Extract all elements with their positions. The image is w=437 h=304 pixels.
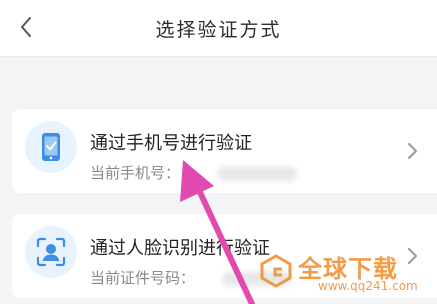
page-title: 选择验证方式 bbox=[155, 19, 282, 41]
option-subtitle: 当前手机号： bbox=[90, 164, 181, 182]
phone-check-icon bbox=[42, 133, 60, 161]
face-scan-icon bbox=[36, 237, 66, 267]
top-bar: 选择验证方式 bbox=[0, 0, 437, 57]
option-title: 通过手机号进行验证 bbox=[90, 133, 252, 154]
phone-icon-badge bbox=[25, 121, 77, 173]
face-icon-badge bbox=[25, 226, 77, 278]
watermark-url: www.qq241.com bbox=[318, 279, 418, 293]
watermark-logo-icon bbox=[260, 254, 292, 288]
option-subtitle: 当前证件号码： bbox=[90, 269, 196, 287]
masked-phone-number bbox=[217, 167, 297, 181]
chevron-right-icon bbox=[408, 248, 417, 264]
verify-by-phone-option[interactable]: 通过手机号进行验证 当前手机号： bbox=[12, 109, 437, 193]
option-title: 通过人脸识别进行验证 bbox=[90, 238, 270, 259]
chevron-right-icon bbox=[408, 143, 417, 159]
